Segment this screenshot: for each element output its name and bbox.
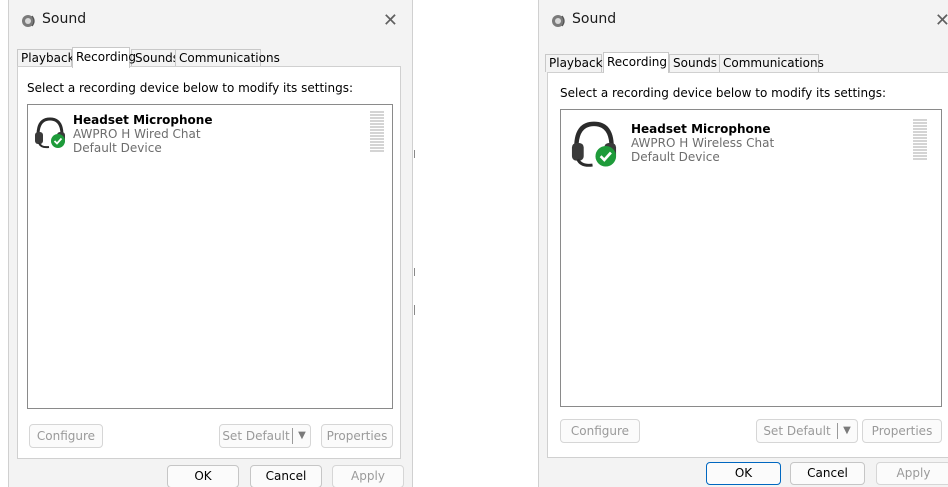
chevron-down-icon[interactable]: ▼ xyxy=(294,425,310,447)
window-title: Sound xyxy=(42,11,87,27)
ok-button[interactable]: OK xyxy=(706,462,781,485)
set-default-label: Set Default xyxy=(222,429,290,443)
apply-button[interactable]: Apply xyxy=(876,462,948,485)
close-icon[interactable]: ✕ xyxy=(383,10,398,31)
headset-default-check-icon xyxy=(35,117,65,149)
split-divider xyxy=(292,428,293,444)
device-description: AWPRO H Wired Chat xyxy=(73,127,201,141)
configure-button[interactable]: Configure xyxy=(29,424,103,448)
split-divider xyxy=(837,423,838,439)
tab-playback[interactable]: Playback xyxy=(545,54,603,72)
device-list[interactable]: Headset Microphone AWPRO H Wired Chat De… xyxy=(27,104,393,409)
cancel-button[interactable]: Cancel xyxy=(250,465,322,487)
level-meter xyxy=(913,119,927,161)
cancel-button[interactable]: Cancel xyxy=(790,462,865,485)
device-name: Headset Microphone xyxy=(73,113,213,127)
tab-sounds[interactable]: Sounds xyxy=(131,49,179,67)
ok-button[interactable]: OK xyxy=(167,465,239,487)
tab-sounds[interactable]: Sounds xyxy=(669,54,721,72)
set-default-button[interactable]: Set Default ▼ xyxy=(219,424,311,448)
properties-button[interactable]: Properties xyxy=(321,424,393,448)
recording-panel: Select a recording device below to modif… xyxy=(17,66,401,459)
headset-default-check-icon xyxy=(571,121,617,167)
device-description: AWPRO H Wireless Chat xyxy=(631,136,775,150)
tab-recording[interactable]: Recording xyxy=(72,47,136,68)
properties-button[interactable]: Properties xyxy=(862,419,942,443)
title-bar: Sound ✕ xyxy=(9,0,412,40)
configure-button[interactable]: Configure xyxy=(560,419,640,443)
instruction-text: Select a recording device below to modif… xyxy=(560,86,887,100)
apply-button[interactable]: Apply xyxy=(332,465,404,487)
tab-communications[interactable]: Communications xyxy=(719,54,824,72)
edge-mark xyxy=(414,305,415,315)
sound-dialog-wireless: Sound ✕ Playback Recording Sounds Commun… xyxy=(538,0,948,487)
speaker-icon xyxy=(22,15,35,27)
sound-dialog-wired: Sound ✕ Playback Recording Sounds Commun… xyxy=(8,0,413,487)
speaker-icon xyxy=(552,15,565,27)
set-default-button[interactable]: Set Default ▼ xyxy=(756,419,858,443)
edge-mark xyxy=(414,268,415,276)
device-list[interactable]: Headset Microphone AWPRO H Wireless Chat… xyxy=(560,109,942,407)
close-icon[interactable]: ✕ xyxy=(935,10,948,31)
device-name: Headset Microphone xyxy=(631,122,771,136)
tab-communications[interactable]: Communications xyxy=(175,49,280,67)
set-default-label: Set Default xyxy=(763,424,831,438)
chevron-down-icon[interactable]: ▼ xyxy=(839,420,855,442)
edge-mark xyxy=(414,150,415,158)
tab-recording[interactable]: Recording xyxy=(603,52,669,73)
recording-panel: Select a recording device below to modif… xyxy=(547,72,948,458)
device-status: Default Device xyxy=(73,141,162,155)
window-title: Sound xyxy=(572,11,617,27)
level-meter xyxy=(370,111,384,153)
title-bar: Sound ✕ xyxy=(539,0,948,40)
tab-playback[interactable]: Playback xyxy=(17,49,75,67)
instruction-text: Select a recording device below to modif… xyxy=(27,81,354,95)
device-status: Default Device xyxy=(631,150,720,164)
